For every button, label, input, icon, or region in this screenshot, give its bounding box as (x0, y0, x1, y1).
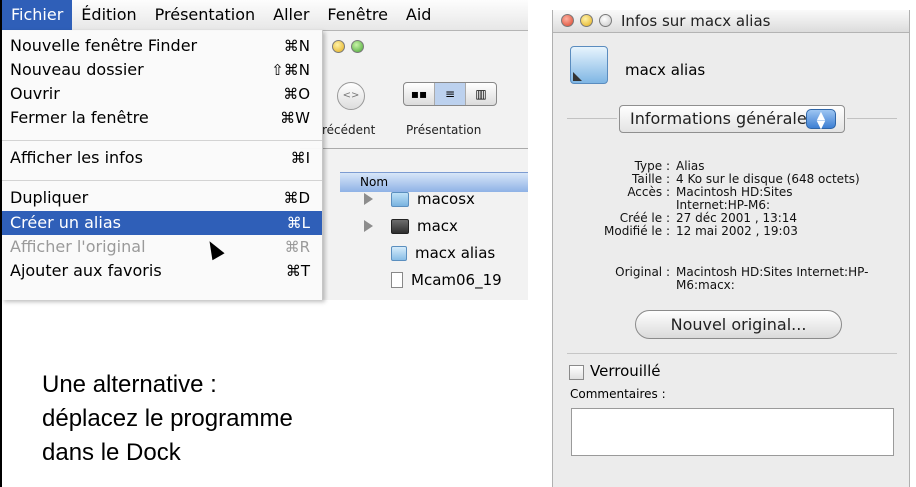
window-controls (561, 14, 612, 27)
menu-fichier[interactable]: Fichier (2, 0, 73, 30)
menu-item-get-info[interactable]: Afficher les infos ⌘I (2, 146, 322, 170)
alias-icon (570, 46, 608, 84)
caption-line: dans le Dock (42, 439, 181, 466)
folder-icon (391, 191, 409, 207)
menu-aide[interactable]: Aid (397, 0, 441, 30)
list-view-icon[interactable]: ≡ (435, 83, 466, 105)
menu-item-label: Afficher l'original (10, 237, 146, 256)
menu-bar: Fichier Édition Présentation Aller Fenêt… (2, 0, 528, 31)
document-icon (391, 272, 403, 288)
menu-item-show-original: Afficher l'original ⌘R (2, 235, 322, 259)
finder-window: <> ▪▪ ≡ ▥ récédent Présentation Nom maco… (300, 30, 528, 300)
menu-item-close-window[interactable]: Fermer la fenêtre ⌘W (2, 106, 322, 130)
new-original-button[interactable]: Nouvel original... (635, 310, 842, 339)
menu-item-shortcut: ⌘W (280, 109, 310, 127)
file-name: macx alias (415, 244, 496, 262)
menu-item-label: Ajouter aux favoris (10, 261, 162, 280)
field-label: Original : (615, 265, 670, 279)
menu-item-label: Fermer la fenêtre (10, 108, 149, 127)
field-label: Accès : (627, 185, 670, 199)
toolbar-label-back: récédent (322, 123, 376, 137)
window-title: Infos sur macx alias (621, 12, 771, 30)
menu-item-open[interactable]: Ouvrir ⌘O (2, 82, 322, 106)
section-divider (567, 118, 617, 119)
dark-folder-icon (391, 218, 409, 234)
file-row[interactable]: Mcam06_19 (364, 268, 502, 292)
menu-item-shortcut: ⌘R (284, 238, 310, 256)
file-row[interactable]: macosx (364, 187, 475, 211)
view-mode-control[interactable]: ▪▪ ≡ ▥ (403, 82, 497, 106)
minimize-button[interactable] (332, 40, 345, 53)
comments-field[interactable] (571, 408, 894, 456)
menu-item-shortcut: ⌘N (283, 37, 310, 55)
popup-arrows-icon: ▲ ▼ (806, 109, 836, 130)
menu-separator (2, 140, 322, 141)
info-window: Infos sur macx alias macx alias Informat… (552, 10, 910, 487)
minimize-button[interactable] (580, 14, 593, 27)
menu-item-label: Créer un alias (10, 213, 121, 232)
zoom-button[interactable] (599, 14, 612, 27)
item-name: macx alias (625, 61, 706, 79)
back-button[interactable]: <> (337, 82, 365, 110)
info-section-popup[interactable]: Informations générales ▲ ▼ (619, 105, 845, 133)
caption-line: déplacez le programme (42, 405, 293, 432)
menu-item-label: Nouvelle fenêtre Finder (10, 36, 198, 55)
file-name: Mcam06_19 (411, 271, 502, 289)
field-label: Modifié le : (604, 224, 670, 238)
menu-item-duplicate[interactable]: Dupliquer ⌘D (2, 186, 322, 210)
menu-edition[interactable]: Édition (72, 0, 145, 30)
file-name: macx (417, 217, 458, 235)
menu-item-label: Ouvrir (10, 84, 60, 103)
menu-item-label: Dupliquer (10, 188, 89, 207)
menu-item-shortcut: ⌘O (283, 85, 310, 103)
menu-item-label: Afficher les infos (10, 148, 143, 167)
file-name: macosx (417, 190, 475, 208)
comments-label: Commentaires : (570, 387, 666, 401)
disclosure-triangle-icon[interactable] (364, 193, 373, 205)
toolbar-label-view: Présentation (406, 123, 482, 137)
original-field: Original : Macintosh HD:Sites Internet:H… (553, 266, 909, 296)
section-divider (847, 118, 897, 119)
menu-item-shortcut: ⌘L (286, 214, 310, 232)
alias-icon (391, 245, 407, 261)
popup-value: Informations générales (630, 109, 816, 128)
window-controls (332, 40, 364, 53)
caption-text: Une alternative : déplacez le programme … (42, 368, 462, 470)
zoom-button[interactable] (351, 40, 364, 53)
column-view-icon[interactable]: ▥ (466, 83, 496, 105)
disclosure-triangle-icon[interactable] (364, 220, 373, 232)
file-row[interactable]: macx alias (364, 241, 495, 265)
file-row[interactable]: macx (364, 214, 458, 238)
menu-item-new-finder-window[interactable]: Nouvelle fenêtre Finder ⌘N (2, 34, 322, 58)
locked-checkbox[interactable] (569, 365, 584, 380)
menu-item-label: Nouveau dossier (10, 60, 144, 79)
menu-presentation[interactable]: Présentation (146, 0, 264, 30)
caption-line: Une alternative : (42, 371, 217, 398)
menu-item-shortcut: ⇧⌘N (271, 61, 310, 79)
section-divider (567, 353, 897, 354)
fichier-dropdown-menu: Nouvelle fenêtre Finder ⌘N Nouveau dossi… (2, 30, 323, 300)
toolbar-separator (300, 148, 528, 149)
menu-item-shortcut: ⌘D (283, 189, 310, 207)
menu-aller[interactable]: Aller (264, 0, 318, 30)
menu-item-new-folder[interactable]: Nouveau dossier ⇧⌘N (2, 58, 322, 82)
icon-view-icon[interactable]: ▪▪ (404, 83, 435, 105)
info-window-titlebar[interactable]: Infos sur macx alias (553, 10, 909, 33)
menu-item-add-to-favorites[interactable]: Ajouter aux favoris ⌘T (2, 259, 322, 283)
menu-item-shortcut: ⌘T (285, 262, 310, 280)
menu-separator (2, 180, 322, 181)
field-value: 12 mai 2002 , 19:03 (676, 224, 798, 238)
field-value: M6:macx: (676, 278, 735, 292)
menu-item-make-alias[interactable]: Créer un alias ⌘L (2, 211, 322, 235)
menu-fenetre[interactable]: Fenêtre (318, 0, 397, 30)
locked-label: Verrouillé (590, 362, 661, 380)
info-fields: Type : Alias Taille : 4 Ko sur le disque… (553, 160, 909, 250)
close-button[interactable] (561, 14, 574, 27)
menu-item-shortcut: ⌘I (290, 149, 310, 167)
